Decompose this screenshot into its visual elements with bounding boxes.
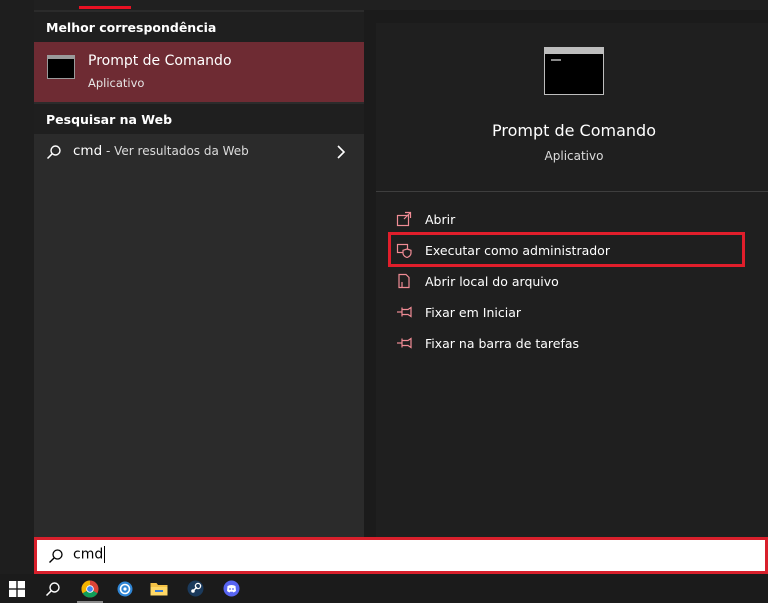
best-match-header: Melhor correspondência (34, 12, 364, 42)
admin-highlight-annotation (388, 232, 745, 267)
taskbar-search-button[interactable] (38, 574, 68, 603)
taskbar-chrome[interactable] (76, 574, 104, 603)
chevron-right-icon[interactable] (334, 144, 348, 160)
action-open-label: Abrir (425, 211, 456, 227)
web-search-suffix: - Ver resultados da Web (102, 144, 249, 158)
web-search-result[interactable]: cmd - Ver resultados da Web (34, 136, 364, 168)
action-open-file-location[interactable]: Abrir local do arquivo (396, 269, 756, 293)
action-open[interactable]: Abrir (396, 207, 756, 231)
discord-icon (223, 580, 239, 597)
chrome-icon (81, 580, 99, 598)
action-pin-to-taskbar[interactable]: Fixar na barra de tarefas (396, 331, 756, 355)
web-search-query: cmd (73, 143, 103, 159)
search-icon (46, 145, 61, 160)
web-search-text: cmd - Ver resultados da Web (73, 143, 249, 159)
action-pin-to-start-label: Fixar em Iniciar (425, 304, 521, 320)
action-pin-to-start[interactable]: Fixar em Iniciar (396, 300, 756, 324)
best-match-title: Prompt de Comando (88, 53, 232, 69)
detail-app-subtitle: Aplicativo (544, 149, 604, 163)
file-explorer-icon (150, 583, 168, 596)
start-button[interactable] (0, 574, 34, 603)
pin-icon (397, 306, 412, 318)
best-match-subtitle: Aplicativo (88, 76, 145, 90)
app-detail-pane: Prompt de Comando Aplicativo Abrir Execu… (376, 23, 768, 537)
search-icon (45, 581, 60, 596)
cmd-app-icon (47, 55, 75, 79)
detail-divider (376, 191, 768, 192)
taskbar-file-explorer[interactable] (146, 574, 172, 603)
taskbar-app-circle[interactable] (112, 574, 138, 603)
search-results-pane: Melhor correspondência Prompt de Comando… (34, 10, 364, 537)
start-windows-icon (9, 580, 25, 597)
pin-icon (397, 337, 412, 349)
web-search-header: Pesquisar na Web (34, 104, 364, 134)
top-strip (34, 0, 768, 10)
cmd-app-large-icon (544, 47, 604, 95)
console-cursor (551, 59, 561, 61)
file-location-icon (398, 273, 410, 289)
taskbar-search-box[interactable]: cmd (34, 537, 768, 574)
taskbar-steam[interactable] (182, 574, 208, 603)
taskbar (0, 574, 768, 603)
taskbar-discord[interactable] (218, 574, 244, 603)
action-open-file-location-label: Abrir local do arquivo (425, 273, 559, 289)
desktop-background (0, 0, 34, 578)
steam-icon (187, 580, 203, 597)
app-circle-icon (117, 581, 133, 596)
open-icon (396, 211, 412, 227)
detail-app-title: Prompt de Comando (491, 121, 656, 140)
best-match-result[interactable]: Prompt de Comando Aplicativo (34, 42, 364, 102)
tab-accent-indicator (79, 6, 131, 9)
action-pin-to-taskbar-label: Fixar na barra de tarefas (425, 335, 580, 351)
